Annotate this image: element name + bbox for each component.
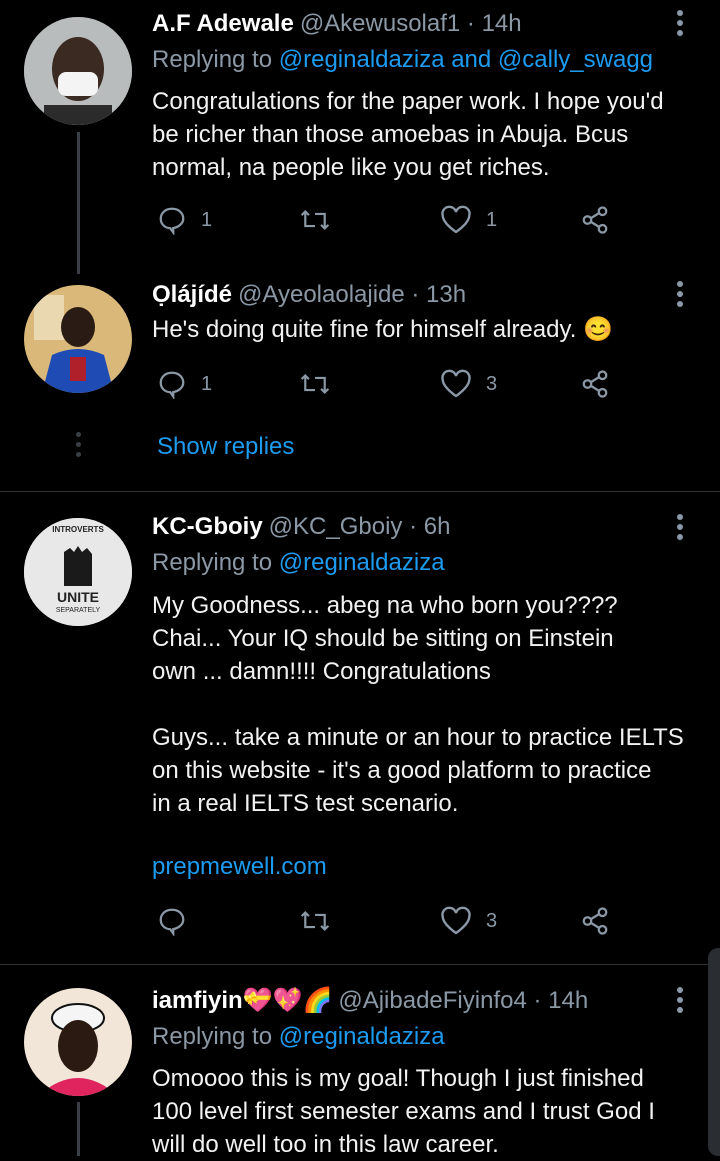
avatar-photo [24,17,132,125]
retweet-button[interactable] [298,205,332,235]
author-handle[interactable]: @AjibadeFiyinfo4 · 14h [338,987,588,1014]
replying-to: Replying to @reginaldaziza and @cally_sw… [152,46,653,74]
author-handle[interactable]: @Akewusolaf1 · 14h [300,10,522,37]
share-button[interactable] [580,369,610,399]
like-button[interactable]: 3 [440,906,497,936]
divider [0,964,720,965]
retweet-button[interactable] [298,906,332,936]
avatar[interactable]: INTROVERTS UNITE SEPARATELY [24,518,132,626]
author-name[interactable]: A.F Adewale [152,10,294,37]
more-options-icon[interactable] [677,10,683,40]
reply-button[interactable] [157,906,187,936]
like-count: 1 [486,208,498,231]
tweet-text: Congratulations for the paper work. I ho… [152,88,664,181]
like-button[interactable]: 3 [440,369,497,399]
reply-button[interactable]: 1 [157,205,212,235]
tweet-link[interactable]: prepmewell.com [152,853,327,881]
retweet-button[interactable] [298,369,332,399]
reply-count: 1 [201,372,213,395]
author-name[interactable]: iamfiyin💝💖🌈 [152,987,332,1014]
avatar-text-mid: UNITE [57,589,99,605]
heart-icon [441,906,471,935]
replying-to-link[interactable]: @reginaldaziza and @cally_swagg [279,46,653,73]
replying-to-link[interactable]: @reginaldaziza [279,549,445,576]
replying-to: Replying to @reginaldaziza [152,549,445,577]
more-options-icon[interactable] [677,987,683,1017]
reply-count: 1 [201,208,213,231]
scrollbar-thumb[interactable] [708,948,720,1156]
retweet-icon [300,910,330,932]
heart-icon [441,369,471,398]
avatar-text-top: INTROVERTS [52,525,104,534]
tweet-text: He's doing quite fine for himself alread… [152,316,613,343]
reply-button[interactable]: 1 [157,369,212,399]
more-options-icon[interactable] [677,281,683,311]
thread-line [77,132,80,274]
avatar-photo [24,285,132,393]
share-icon [582,206,608,234]
share-icon [582,370,608,398]
reply-icon [159,371,185,399]
share-icon [582,907,608,935]
retweet-icon [300,373,330,395]
avatar-logo: INTROVERTS UNITE SEPARATELY [24,518,132,626]
replying-prefix: Replying to [152,46,273,73]
author-handle[interactable]: @KC_Gboiy · 6h [269,513,451,540]
replying-to-link[interactable]: @reginaldaziza [279,1023,445,1050]
thread-line [77,1102,80,1156]
replying-to: Replying to @reginaldaziza [152,1023,445,1051]
like-button[interactable]: 1 [440,205,497,235]
tweet-text: My Goodness... abeg na who born you???? … [152,592,684,817]
share-button[interactable] [580,205,610,235]
avatar[interactable] [24,988,132,1096]
author-name[interactable]: Ọlájídé [152,281,232,308]
like-count: 3 [486,372,498,395]
reply-icon [159,207,185,235]
reply-icon [159,908,185,936]
author-handle[interactable]: @Ayeolaolajide · 13h [238,281,466,308]
avatar-photo [24,988,132,1096]
tweet-text: Omoooo this is my goal! Though I just fi… [152,1065,655,1158]
heart-icon [441,205,471,234]
like-count: 3 [486,909,498,932]
replying-prefix: Replying to [152,1023,273,1050]
thread-continuation-dots [76,432,81,462]
replying-prefix: Replying to [152,549,273,576]
divider [0,491,720,492]
share-button[interactable] [580,906,610,936]
avatar-text-bot: SEPARATELY [56,607,101,614]
avatar[interactable] [24,17,132,125]
more-options-icon[interactable] [677,514,683,544]
avatar[interactable] [24,285,132,393]
retweet-icon [300,209,330,231]
author-name[interactable]: KC-Gboiy [152,513,263,540]
show-replies-link[interactable]: Show replies [157,433,294,461]
